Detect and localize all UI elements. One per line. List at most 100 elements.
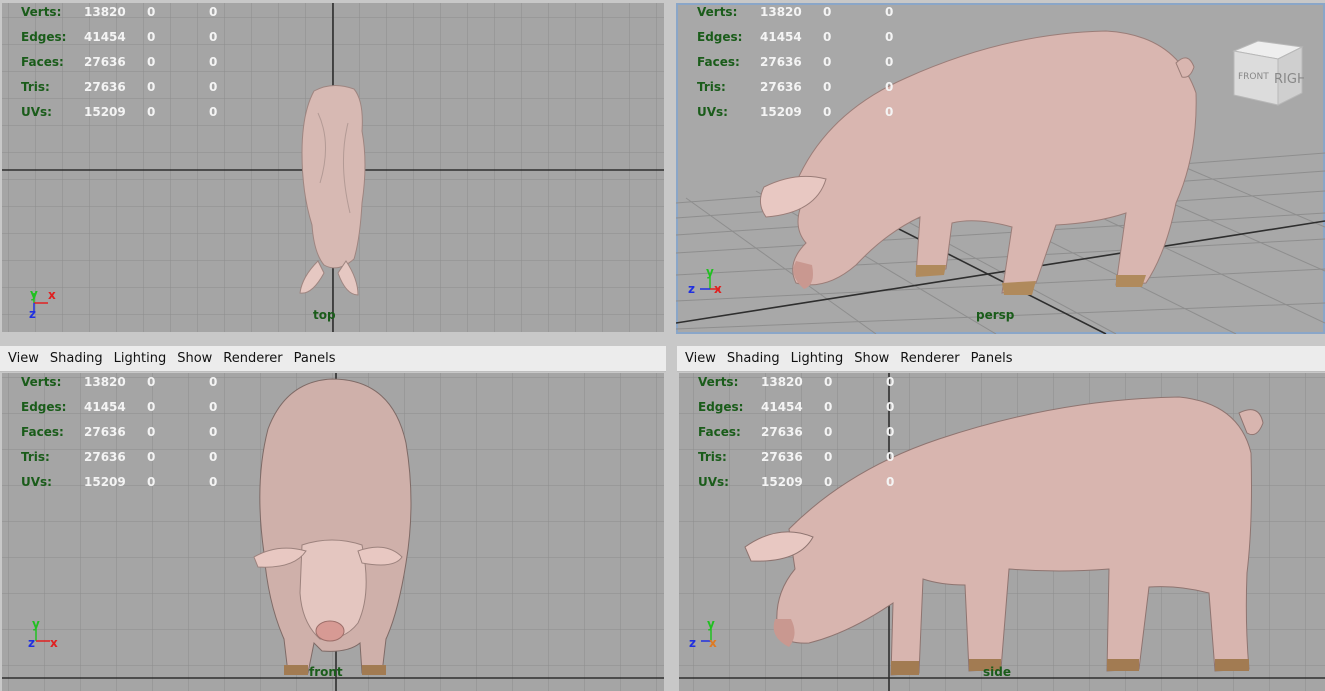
grid-side [679, 373, 1325, 691]
hud-value-other: 0 [886, 400, 895, 414]
viewport-side[interactable]: Verts: 13820 0 0 Edges: 41454 0 0 Faces: 27636 0 0 T… [679, 373, 1325, 691]
hud-label: Faces: [697, 55, 740, 69]
hud-value-total: 27636 [84, 80, 126, 94]
menu-lighting[interactable]: Lighting [791, 351, 844, 366]
camera-label-front: front [309, 665, 343, 679]
hud-label: Verts: [21, 5, 62, 19]
axis-gizmo-side: y z x [687, 617, 727, 653]
hud-value-other: 0 [209, 55, 218, 69]
hud-value-selected: 0 [147, 80, 156, 94]
hud-label: Edges: [697, 30, 743, 44]
hud-label: Tris: [21, 80, 50, 94]
hud-value-total: 27636 [761, 450, 803, 464]
hud-value-other: 0 [209, 475, 218, 489]
hud-label: Verts: [698, 375, 739, 389]
hud-value-total: 27636 [761, 425, 803, 439]
hud-value-selected: 0 [147, 425, 156, 439]
pig-model-persp[interactable] [760, 30, 1197, 295]
svg-text:y: y [30, 287, 38, 301]
hud-value-total: 41454 [84, 30, 126, 44]
hud-label: Edges: [21, 30, 67, 44]
panel-menubar-front: View Shading Lighting Show Renderer Pane… [0, 346, 666, 372]
viewport-panel-top: Verts: 13820 0 0 Edges: 41454 0 0 Faces: 27636 0 0 T… [0, 0, 666, 336]
hud-value-selected: 0 [823, 5, 832, 19]
grid-top [2, 3, 664, 332]
svg-text:y: y [32, 619, 40, 631]
hud-label: Tris: [698, 450, 727, 464]
svg-text:RIGHT: RIGHT [1274, 72, 1304, 87]
menu-view[interactable]: View [8, 351, 39, 366]
hud-value-selected: 0 [824, 425, 833, 439]
hud-value-other: 0 [885, 80, 894, 94]
grid-front [2, 373, 664, 691]
svg-text:z: z [28, 636, 35, 650]
hud-value-other: 0 [209, 400, 218, 414]
view-cube[interactable]: FRONT RIGHT [1228, 39, 1315, 114]
hud-value-other: 0 [885, 55, 894, 69]
hud-label: Tris: [697, 80, 726, 94]
svg-text:z: z [29, 307, 36, 319]
menu-shading[interactable]: Shading [727, 351, 780, 366]
hud-label: UVs: [698, 475, 729, 489]
hud-label: UVs: [697, 105, 728, 119]
menu-lighting[interactable]: Lighting [114, 351, 167, 366]
hud-value-selected: 0 [147, 375, 156, 389]
viewport-persp[interactable]: Verts: 13820 0 0 Edges: 41454 0 0 Faces: 27636 0 0 T… [676, 3, 1325, 334]
hud-value-total: 15209 [760, 105, 802, 119]
hud-label: Tris: [21, 450, 50, 464]
hud-value-selected: 0 [823, 80, 832, 94]
hud-value-other: 0 [885, 5, 894, 19]
svg-text:x: x [48, 288, 56, 302]
svg-text:y: y [707, 619, 715, 631]
hud-label: UVs: [21, 105, 52, 119]
hud-value-other: 0 [209, 375, 218, 389]
menu-shading[interactable]: Shading [50, 351, 103, 366]
hud-value-other: 0 [209, 105, 218, 119]
hud-label: UVs: [21, 475, 52, 489]
menu-panels[interactable]: Panels [971, 351, 1013, 366]
hud-value-selected: 0 [823, 30, 832, 44]
menu-panels[interactable]: Panels [294, 351, 336, 366]
hud-value-selected: 0 [824, 375, 833, 389]
hud-value-other: 0 [886, 475, 895, 489]
hud-value-selected: 0 [147, 55, 156, 69]
hud-value-total: 15209 [84, 105, 126, 119]
hud-value-selected: 0 [147, 450, 156, 464]
svg-text:z: z [688, 282, 695, 296]
hud-value-total: 27636 [84, 450, 126, 464]
hud-value-selected: 0 [823, 105, 832, 119]
hud-value-total: 13820 [761, 375, 803, 389]
hud-value-total: 27636 [760, 80, 802, 94]
hud-label: Edges: [21, 400, 67, 414]
hud-value-other: 0 [886, 375, 895, 389]
menu-renderer[interactable]: Renderer [900, 351, 959, 366]
svg-text:x: x [714, 282, 722, 296]
svg-text:y: y [706, 267, 714, 279]
menu-show[interactable]: Show [177, 351, 212, 366]
hud-value-total: 15209 [761, 475, 803, 489]
viewport-panel-persp: Verts: 13820 0 0 Edges: 41454 0 0 Faces: 27636 0 0 T… [674, 0, 1325, 336]
viewport-panel-side: View Shading Lighting Show Renderer Pane… [677, 346, 1325, 691]
hud-value-selected: 0 [824, 475, 833, 489]
viewport-front[interactable]: Verts: 13820 0 0 Edges: 41454 0 0 Faces: 27636 0 0 T… [2, 373, 664, 691]
hud-value-total: 13820 [84, 5, 126, 19]
hud-value-total: 15209 [84, 475, 126, 489]
hud-value-other: 0 [885, 105, 894, 119]
hud-value-other: 0 [886, 450, 895, 464]
hud-value-selected: 0 [147, 5, 156, 19]
hud-value-other: 0 [209, 30, 218, 44]
menu-view[interactable]: View [685, 351, 716, 366]
hud-value-total: 27636 [760, 55, 802, 69]
hud-label: Verts: [21, 375, 62, 389]
hud-value-other: 0 [209, 450, 218, 464]
svg-text:x: x [709, 636, 717, 650]
hud-value-selected: 0 [147, 105, 156, 119]
svg-text:x: x [50, 636, 58, 650]
hud-label: Verts: [697, 5, 738, 19]
viewport-top[interactable]: Verts: 13820 0 0 Edges: 41454 0 0 Faces: 27636 0 0 T… [2, 3, 664, 332]
hud-label: Edges: [698, 400, 744, 414]
axis-gizmo-top: y x z [26, 285, 66, 321]
hud-label: Faces: [21, 425, 64, 439]
menu-renderer[interactable]: Renderer [223, 351, 282, 366]
menu-show[interactable]: Show [854, 351, 889, 366]
